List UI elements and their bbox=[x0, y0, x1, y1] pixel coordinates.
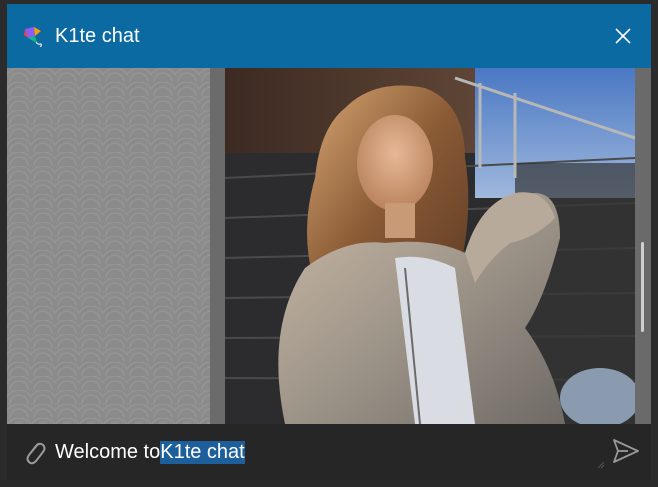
message-input-selection: K1te chat bbox=[160, 440, 245, 464]
send-button[interactable] bbox=[611, 436, 641, 466]
chat-scrollbar-thumb[interactable] bbox=[641, 242, 644, 332]
window-title: K1te chat bbox=[55, 24, 140, 47]
image-message[interactable] bbox=[225, 68, 635, 424]
close-button[interactable] bbox=[611, 24, 635, 48]
message-input-text: Welcome to bbox=[55, 440, 161, 463]
chat-area[interactable] bbox=[7, 68, 651, 424]
title-bar: K1te chat bbox=[7, 4, 651, 68]
chat-background-pattern bbox=[7, 68, 210, 424]
kite-icon bbox=[21, 24, 45, 48]
message-input-bar: Welcome to K1te chat bbox=[7, 424, 651, 480]
send-icon bbox=[613, 439, 639, 463]
paperclip-icon bbox=[26, 442, 46, 465]
close-icon bbox=[615, 28, 631, 44]
chat-window: K1te chat Welcome to K1te chat bbox=[0, 0, 658, 487]
message-input[interactable]: Welcome to K1te chat bbox=[55, 440, 245, 464]
attach-button[interactable] bbox=[21, 437, 47, 467]
resize-grip-icon bbox=[597, 456, 605, 469]
